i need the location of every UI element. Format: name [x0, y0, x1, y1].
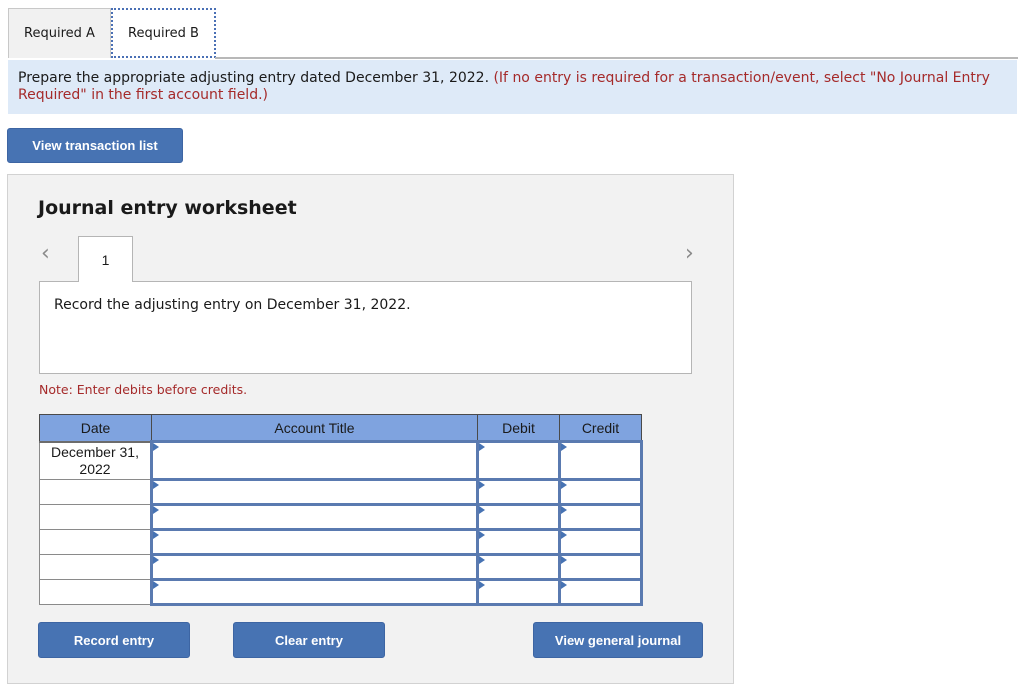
debit-input[interactable]: [476, 528, 561, 556]
tab-divider: [215, 57, 1018, 59]
debit-input[interactable]: [476, 478, 561, 506]
date-cell: [39, 529, 152, 555]
worksheet-title: Journal entry worksheet: [38, 197, 297, 219]
chevron-left-icon[interactable]: ‹: [41, 241, 50, 266]
record-entry-button[interactable]: Record entry: [38, 622, 190, 658]
account-title-input[interactable]: [150, 478, 479, 506]
credit-input[interactable]: [558, 528, 643, 556]
account-title-input[interactable]: [150, 578, 479, 606]
debit-input[interactable]: [476, 553, 561, 581]
view-general-journal-button[interactable]: View general journal: [533, 622, 703, 658]
tab-required-b[interactable]: Required B: [111, 8, 216, 58]
account-title-input[interactable]: [150, 553, 479, 581]
debit-credit-note: Note: Enter debits before credits.: [39, 382, 248, 397]
clear-entry-button[interactable]: Clear entry: [233, 622, 385, 658]
table-row: December 31, 2022: [39, 440, 643, 481]
view-transaction-list-button[interactable]: View transaction list: [7, 128, 183, 163]
table-header-row: Date Account Title Debit Credit: [39, 414, 642, 443]
date-cell: [39, 504, 152, 530]
entry-tab-1[interactable]: 1: [78, 236, 133, 282]
credit-input[interactable]: [558, 503, 643, 531]
date-cell: [39, 579, 152, 605]
journal-entry-worksheet: Journal entry worksheet ‹ › 1 Record the…: [7, 174, 734, 684]
header-debit: Debit: [477, 414, 560, 443]
journal-table: Date Account Title Debit Credit December…: [39, 414, 643, 606]
instructions-text: Prepare the appropriate adjusting entry …: [18, 70, 494, 86]
header-credit: Credit: [559, 414, 642, 443]
chevron-right-icon[interactable]: ›: [685, 241, 694, 266]
credit-input[interactable]: [558, 478, 643, 506]
table-row: [39, 478, 643, 506]
account-title-input[interactable]: [150, 528, 479, 556]
date-cell: [39, 479, 152, 505]
entry-description: Record the adjusting entry on December 3…: [39, 281, 692, 374]
account-title-input[interactable]: [150, 440, 479, 481]
table-row: [39, 553, 643, 581]
account-title-input[interactable]: [150, 503, 479, 531]
debit-input[interactable]: [476, 503, 561, 531]
table-row: [39, 578, 643, 606]
credit-input[interactable]: [558, 578, 643, 606]
credit-input[interactable]: [558, 553, 643, 581]
date-cell: [39, 554, 152, 580]
debit-input[interactable]: [476, 440, 561, 481]
date-cell: December 31, 2022: [39, 441, 152, 480]
credit-input[interactable]: [558, 440, 643, 481]
table-row: [39, 528, 643, 556]
header-date: Date: [39, 414, 152, 443]
tab-required-a[interactable]: Required A: [8, 8, 111, 58]
table-row: [39, 503, 643, 531]
debit-input[interactable]: [476, 578, 561, 606]
instructions-banner: Prepare the appropriate adjusting entry …: [8, 60, 1017, 114]
header-account-title: Account Title: [151, 414, 478, 443]
required-tabs: Required A Required B: [8, 8, 1018, 58]
